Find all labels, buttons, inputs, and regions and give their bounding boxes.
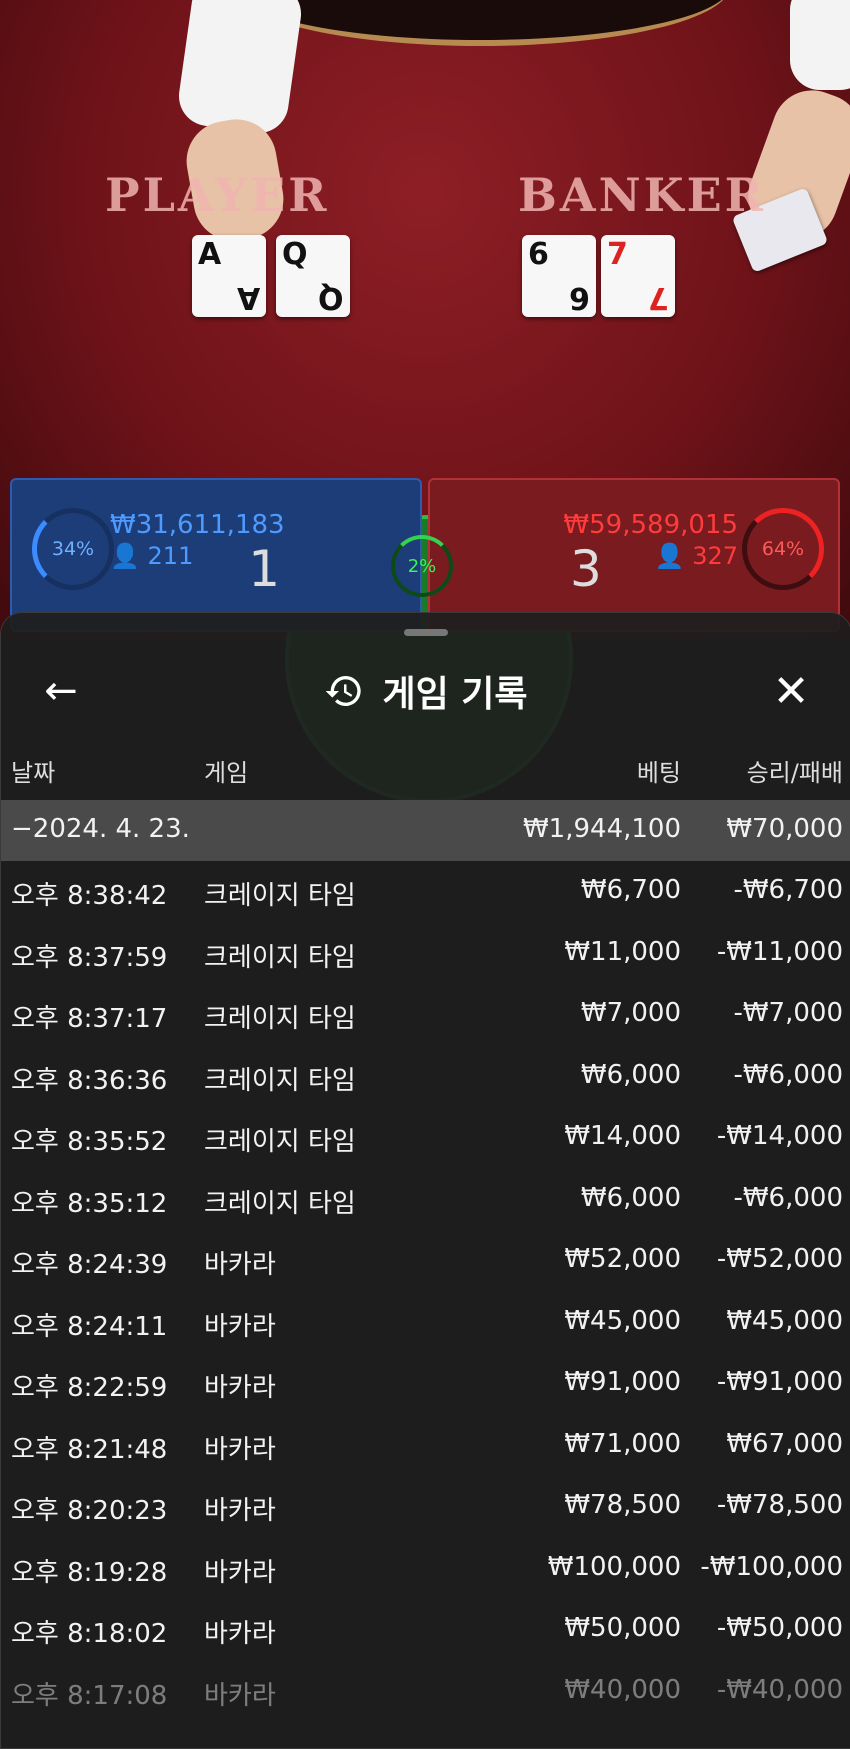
history-row[interactable]: 오후 8:17:08 바카라 ₩40,000 -₩40,000 xyxy=(1,1661,850,1723)
history-row[interactable]: 오후 8:19:28 바카라 ₩100,000 -₩100,000 xyxy=(1,1538,850,1600)
group-date: −2024. 4. 23. xyxy=(11,814,190,844)
col-date: 날짜 xyxy=(11,759,56,787)
banker-bet-panel[interactable]: 3 ₩59,589,015 👤 327 64% xyxy=(428,478,840,632)
banker-bettor-count: 👤 327 xyxy=(654,542,738,570)
history-row[interactable]: 오후 8:22:59 바카라 ₩91,000 -₩91,000 xyxy=(1,1353,850,1415)
dealer-left-arm xyxy=(175,0,305,137)
col-game: 게임 xyxy=(204,759,249,787)
title-wrap: 게임 기록 xyxy=(1,665,850,717)
banker-card-1: 6 6 xyxy=(522,235,596,317)
user-icon: 👤 xyxy=(654,542,685,570)
sheet-title: 게임 기록 xyxy=(382,674,528,715)
player-percent-ring: 34% xyxy=(32,508,114,590)
history-row[interactable]: 오후 8:21:48 바카라 ₩71,000 ₩67,000 xyxy=(1,1415,850,1477)
history-row[interactable]: 오후 8:37:17 크레이지 타임 ₩7,000 -₩7,000 xyxy=(1,984,850,1046)
player-bettor-count: 👤 211 xyxy=(110,542,194,570)
history-row[interactable]: 오후 8:24:11 바카라 ₩45,000 ₩45,000 xyxy=(1,1292,850,1354)
sheet-header: ← 게임 기록 ✕ xyxy=(1,653,850,733)
table-edge xyxy=(230,0,730,46)
banker-percent: 64% xyxy=(761,538,805,560)
history-row[interactable]: 오후 8:35:52 크레이지 타임 ₩14,000 -₩14,000 xyxy=(1,1107,850,1169)
player-bet-panel[interactable]: 34% ₩31,611,183 👤 211 1 xyxy=(10,478,422,632)
col-bet: 베팅 xyxy=(636,759,681,787)
dealer-right-arm xyxy=(790,0,850,90)
history-row[interactable]: 오후 8:36:36 크레이지 타임 ₩6,000 -₩6,000 xyxy=(1,1046,850,1108)
col-winloss: 승리/패배 xyxy=(746,759,843,787)
history-row[interactable]: 오후 8:20:23 바카라 ₩78,500 -₩78,500 xyxy=(1,1476,850,1538)
player-card-2: Q Q xyxy=(276,235,350,317)
tie-percent-ring: 2% xyxy=(391,535,453,597)
history-row[interactable]: 오후 8:24:39 바카라 ₩52,000 -₩52,000 xyxy=(1,1230,850,1292)
banker-score: 3 xyxy=(570,540,602,598)
player-score: 1 xyxy=(248,540,280,598)
banker-total-amount: ₩59,589,015 xyxy=(563,510,738,540)
player-percent: 34% xyxy=(51,538,95,560)
tie-percent: 2% xyxy=(407,555,437,577)
game-history-sheet: ← 게임 기록 ✕ 날짜 게임 베팅 승리/패배 −2024. 4. 23. ₩… xyxy=(0,612,850,1749)
banker-zone-label: BANKER xyxy=(518,168,766,222)
date-group-row[interactable]: −2024. 4. 23. ₩1,944,100 ₩70,000 xyxy=(1,800,850,861)
player-zone-label: PLAYER xyxy=(105,168,330,222)
history-list[interactable]: −2024. 4. 23. ₩1,944,100 ₩70,000 오후 8:38… xyxy=(1,800,850,1722)
drag-handle[interactable] xyxy=(404,629,448,636)
history-row[interactable]: 오후 8:35:12 크레이지 타임 ₩6,000 -₩6,000 xyxy=(1,1169,850,1231)
group-bet-total: ₩1,944,100 xyxy=(522,814,681,844)
player-card-1: A A xyxy=(192,235,266,317)
banker-card-2: 7 7 xyxy=(601,235,675,317)
history-icon xyxy=(326,676,362,706)
history-row[interactable]: 오후 8:18:02 바카라 ₩50,000 -₩50,000 xyxy=(1,1599,850,1661)
banker-percent-ring: 64% xyxy=(742,508,824,590)
history-row[interactable]: 오후 8:38:42 크레이지 타임 ₩6,700 -₩6,700 xyxy=(1,861,850,923)
group-winloss-total: ₩70,000 xyxy=(726,814,843,844)
player-total-amount: ₩31,611,183 xyxy=(110,510,285,540)
history-row[interactable]: 오후 8:37:59 크레이지 타임 ₩11,000 -₩11,000 xyxy=(1,923,850,985)
column-headers: 날짜 게임 베팅 승리/패배 xyxy=(1,753,850,803)
user-icon: 👤 xyxy=(110,542,140,570)
close-icon: ✕ xyxy=(772,665,810,717)
close-button[interactable]: ✕ xyxy=(767,665,815,717)
